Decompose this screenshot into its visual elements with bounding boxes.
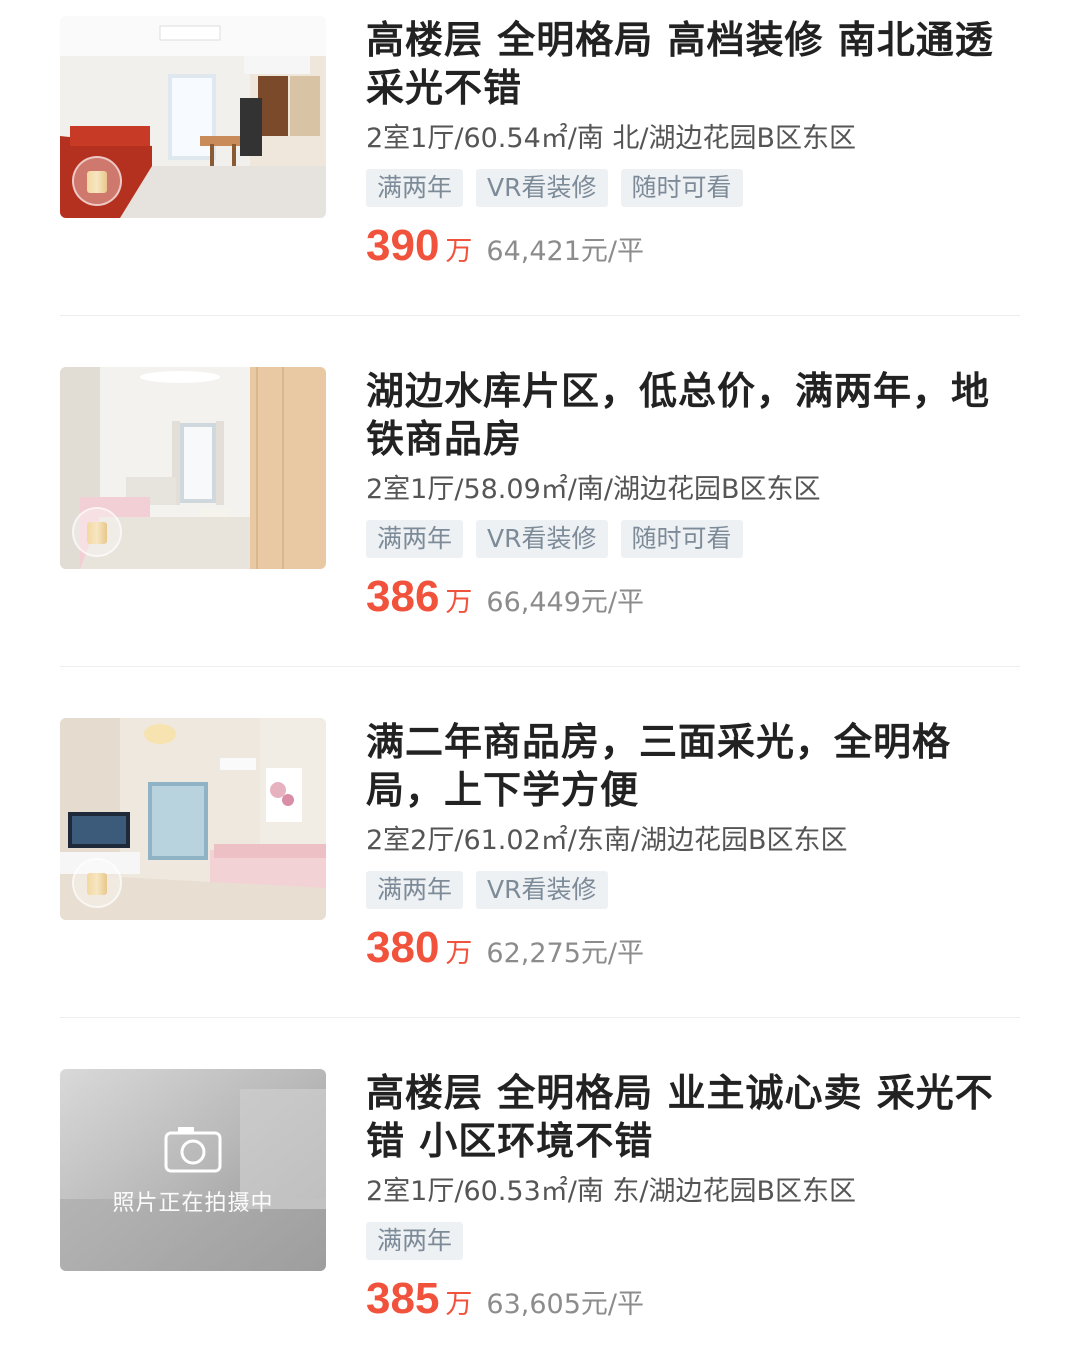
price-unit: 万 xyxy=(445,938,473,969)
price-row: 390 万 64,421元/平 xyxy=(366,221,1020,271)
listing-meta: 2室2厅/61.02㎡/东南/湖边花园B区东区 xyxy=(366,825,848,856)
listing-photo[interactable] xyxy=(60,16,326,218)
listing-photo[interactable] xyxy=(60,367,326,569)
vr-badge-icon xyxy=(72,858,122,908)
photo-placeholder-text: 照片正在拍摄中 xyxy=(112,1191,274,1216)
total-price: 390 xyxy=(366,221,440,270)
tag: VR看装修 xyxy=(476,169,608,207)
divider xyxy=(60,1017,1020,1018)
unit-price: 64,421元/平 xyxy=(486,236,644,267)
listing-info: 高楼层 全明格局 高档装修 南北通透采光不错 2室1厅/60.54㎡/南 北/湖… xyxy=(366,16,1020,271)
unit-price: 63,605元/平 xyxy=(486,1289,644,1320)
listing-photo-placeholder[interactable]: 照片正在拍摄中 xyxy=(60,1069,326,1271)
listing-meta: 2室1厅/58.09㎡/南/湖边花园B区东区 xyxy=(366,474,821,505)
listing-info: 湖边水库片区，低总价，满两年，地铁商品房 2室1厅/58.09㎡/南/湖边花园B… xyxy=(366,367,1020,622)
listing-info: 满二年商品房，三面采光，全明格局，上下学方便 2室2厅/61.02㎡/东南/湖边… xyxy=(366,718,1020,973)
listing-tags: 满两年 VR看装修 随时可看 xyxy=(366,169,1020,207)
price-unit: 万 xyxy=(445,1289,473,1320)
listing-card[interactable]: 满二年商品房，三面采光，全明格局，上下学方便 2室2厅/61.02㎡/东南/湖边… xyxy=(60,718,1020,1018)
vr-badge-icon xyxy=(72,156,122,206)
tag: 满两年 xyxy=(366,169,464,207)
tag: 满两年 xyxy=(366,520,464,558)
listing-info: 高楼层 全明格局 业主诚心卖 采光不错 小区环境不错 2室1厅/60.53㎡/南… xyxy=(366,1069,1020,1324)
total-price: 386 xyxy=(366,572,440,621)
price-unit: 万 xyxy=(445,587,473,618)
tag: 满两年 xyxy=(366,1222,464,1260)
divider xyxy=(60,666,1020,667)
unit-price: 66,449元/平 xyxy=(486,587,644,618)
price-unit: 万 xyxy=(445,236,473,267)
listing-meta: 2室1厅/60.54㎡/南 北/湖边花园B区东区 xyxy=(366,123,857,154)
total-price: 385 xyxy=(366,1274,440,1323)
listing-photo[interactable] xyxy=(60,718,326,920)
tag: 满两年 xyxy=(366,871,464,909)
tag: VR看装修 xyxy=(476,871,608,909)
divider xyxy=(60,315,1020,316)
listing-title[interactable]: 高楼层 全明格局 业主诚心卖 采光不错 小区环境不错 xyxy=(366,1069,1020,1165)
listing-card[interactable]: 高楼层 全明格局 高档装修 南北通透采光不错 2室1厅/60.54㎡/南 北/湖… xyxy=(60,16,1020,316)
price-row: 385 万 63,605元/平 xyxy=(366,1274,1020,1324)
listing-tags: 满两年 VR看装修 随时可看 xyxy=(366,520,1020,558)
listing-card[interactable]: 照片正在拍摄中 高楼层 全明格局 业主诚心卖 采光不错 小区环境不错 2室1厅/… xyxy=(60,1069,1020,1369)
tag: 随时可看 xyxy=(620,520,743,558)
listing-title[interactable]: 高楼层 全明格局 高档装修 南北通透采光不错 xyxy=(366,16,1020,112)
tag: VR看装修 xyxy=(476,520,608,558)
listing-tags: 满两年 xyxy=(366,1222,1020,1260)
price-row: 386 万 66,449元/平 xyxy=(366,572,1020,622)
unit-price: 62,275元/平 xyxy=(486,938,644,969)
total-price: 380 xyxy=(366,923,440,972)
listing-tags: 满两年 VR看装修 xyxy=(366,871,1020,909)
vr-badge-icon xyxy=(72,507,122,557)
listing-list: 高楼层 全明格局 高档装修 南北通透采光不错 2室1厅/60.54㎡/南 北/湖… xyxy=(0,0,1080,1347)
listing-card[interactable]: 湖边水库片区，低总价，满两年，地铁商品房 2室1厅/58.09㎡/南/湖边花园B… xyxy=(60,367,1020,667)
listing-title[interactable]: 湖边水库片区，低总价，满两年，地铁商品房 xyxy=(366,367,1020,463)
listing-title[interactable]: 满二年商品房，三面采光，全明格局，上下学方便 xyxy=(366,718,1020,814)
tag: 随时可看 xyxy=(620,169,743,207)
price-row: 380 万 62,275元/平 xyxy=(366,923,1020,973)
listing-meta: 2室1厅/60.53㎡/南 东/湖边花园B区东区 xyxy=(366,1176,857,1207)
